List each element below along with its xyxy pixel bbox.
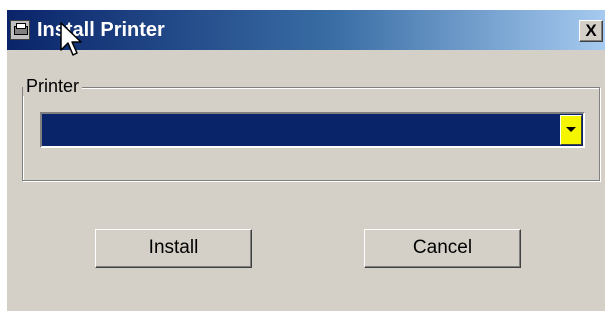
cancel-button[interactable]: Cancel xyxy=(364,229,521,268)
window-title: Install Printer xyxy=(37,19,165,41)
install-button[interactable]: Install xyxy=(95,229,252,268)
title-bar[interactable]: Install Printer X xyxy=(7,10,605,50)
printer-icon[interactable] xyxy=(10,20,30,40)
chevron-down-icon[interactable] xyxy=(560,115,582,145)
printer-group-label: Printer xyxy=(23,76,83,96)
printer-select[interactable] xyxy=(40,112,585,148)
close-button[interactable]: X xyxy=(579,20,603,42)
install-printer-dialog: Install Printer X Printer Install Cancel xyxy=(7,10,605,311)
mouse-cursor-icon xyxy=(60,22,82,56)
